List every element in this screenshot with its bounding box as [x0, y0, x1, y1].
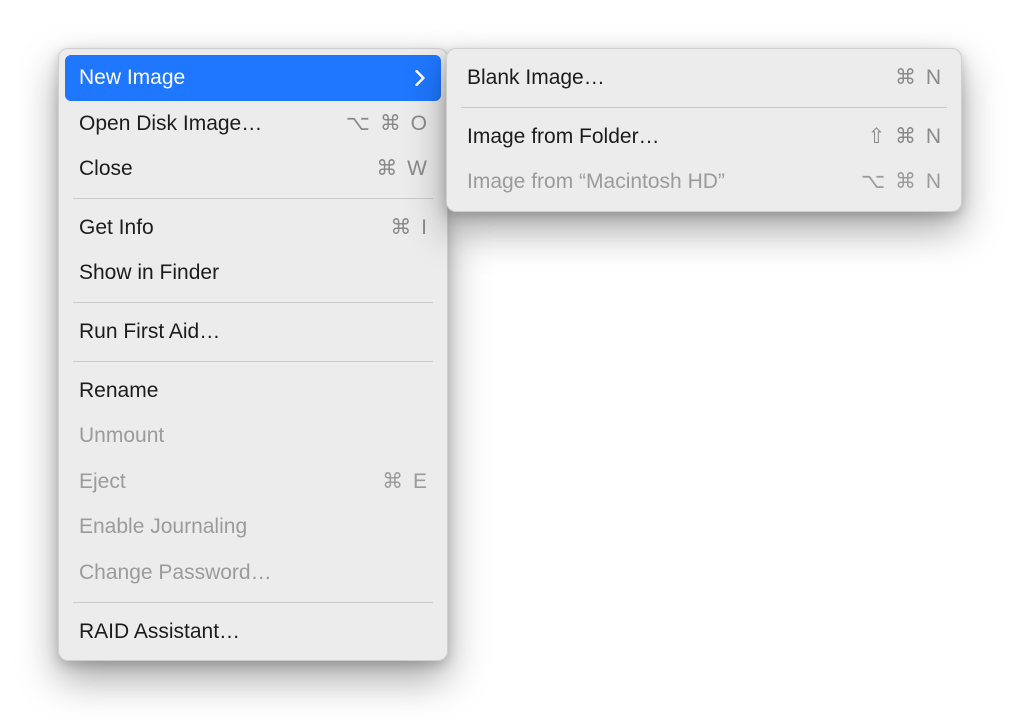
menu-item-label: Enable Journaling — [79, 510, 429, 544]
menu-item-label: Show in Finder — [79, 256, 429, 290]
mainMenu-item-change-password: Change Password… — [59, 550, 447, 596]
menu-separator — [461, 107, 947, 108]
menu-item-label: RAID Assistant… — [79, 615, 429, 649]
menu-item-label: Run First Aid… — [79, 315, 429, 349]
mainMenu-item-run-first-aid[interactable]: Run First Aid… — [59, 309, 447, 355]
menu-item-label: Image from Folder… — [467, 120, 868, 154]
menu-item-shortcut: ⌘ W — [376, 152, 429, 186]
menu-separator — [73, 602, 433, 603]
main-context-menu[interactable]: New ImageOpen Disk Image…⌥ ⌘ OClose⌘ WGe… — [58, 48, 448, 661]
chevron-right-icon — [411, 70, 429, 86]
menu-item-label: Unmount — [79, 419, 429, 453]
mainMenu-item-new-image[interactable]: New Image — [65, 55, 441, 101]
menu-separator — [73, 198, 433, 199]
mainMenu-item-close[interactable]: Close⌘ W — [59, 146, 447, 192]
menu-item-shortcut: ⌥ ⌘ N — [861, 165, 943, 199]
new-image-submenu[interactable]: Blank Image…⌘ NImage from Folder…⇧ ⌘ NIm… — [446, 48, 962, 212]
mainMenu-item-get-info[interactable]: Get Info⌘ I — [59, 205, 447, 251]
mainMenu-item-unmount: Unmount — [59, 413, 447, 459]
menu-separator — [73, 361, 433, 362]
menu-item-shortcut: ⌘ N — [895, 61, 943, 95]
menu-item-label: Close — [79, 152, 376, 186]
mainMenu-item-eject: Eject⌘ E — [59, 459, 447, 505]
mainMenu-item-show-in-finder[interactable]: Show in Finder — [59, 250, 447, 296]
menu-item-label: Change Password… — [79, 556, 429, 590]
subMenu-item-image-from-folder[interactable]: Image from Folder…⇧ ⌘ N — [447, 114, 961, 160]
menu-separator — [73, 302, 433, 303]
menu-item-label: Eject — [79, 465, 382, 499]
mainMenu-item-enable-journaling: Enable Journaling — [59, 504, 447, 550]
menu-item-shortcut: ⌥ ⌘ O — [346, 107, 429, 141]
mainMenu-item-raid-assistant[interactable]: RAID Assistant… — [59, 609, 447, 655]
menu-item-label: Open Disk Image… — [79, 107, 346, 141]
mainMenu-item-open-disk-image[interactable]: Open Disk Image…⌥ ⌘ O — [59, 101, 447, 147]
menu-item-label: New Image — [79, 61, 411, 95]
menu-item-label: Image from “Macintosh HD” — [467, 165, 861, 199]
menu-item-shortcut: ⇧ ⌘ N — [868, 120, 943, 154]
menu-item-shortcut: ⌘ I — [390, 211, 429, 245]
menu-item-label: Get Info — [79, 211, 390, 245]
menu-item-shortcut: ⌘ E — [382, 465, 429, 499]
menu-item-label: Rename — [79, 374, 429, 408]
mainMenu-item-rename[interactable]: Rename — [59, 368, 447, 414]
subMenu-item-blank-image[interactable]: Blank Image…⌘ N — [447, 55, 961, 101]
subMenu-item-image-from-macintosh-hd: Image from “Macintosh HD”⌥ ⌘ N — [447, 159, 961, 205]
menu-item-label: Blank Image… — [467, 61, 895, 95]
